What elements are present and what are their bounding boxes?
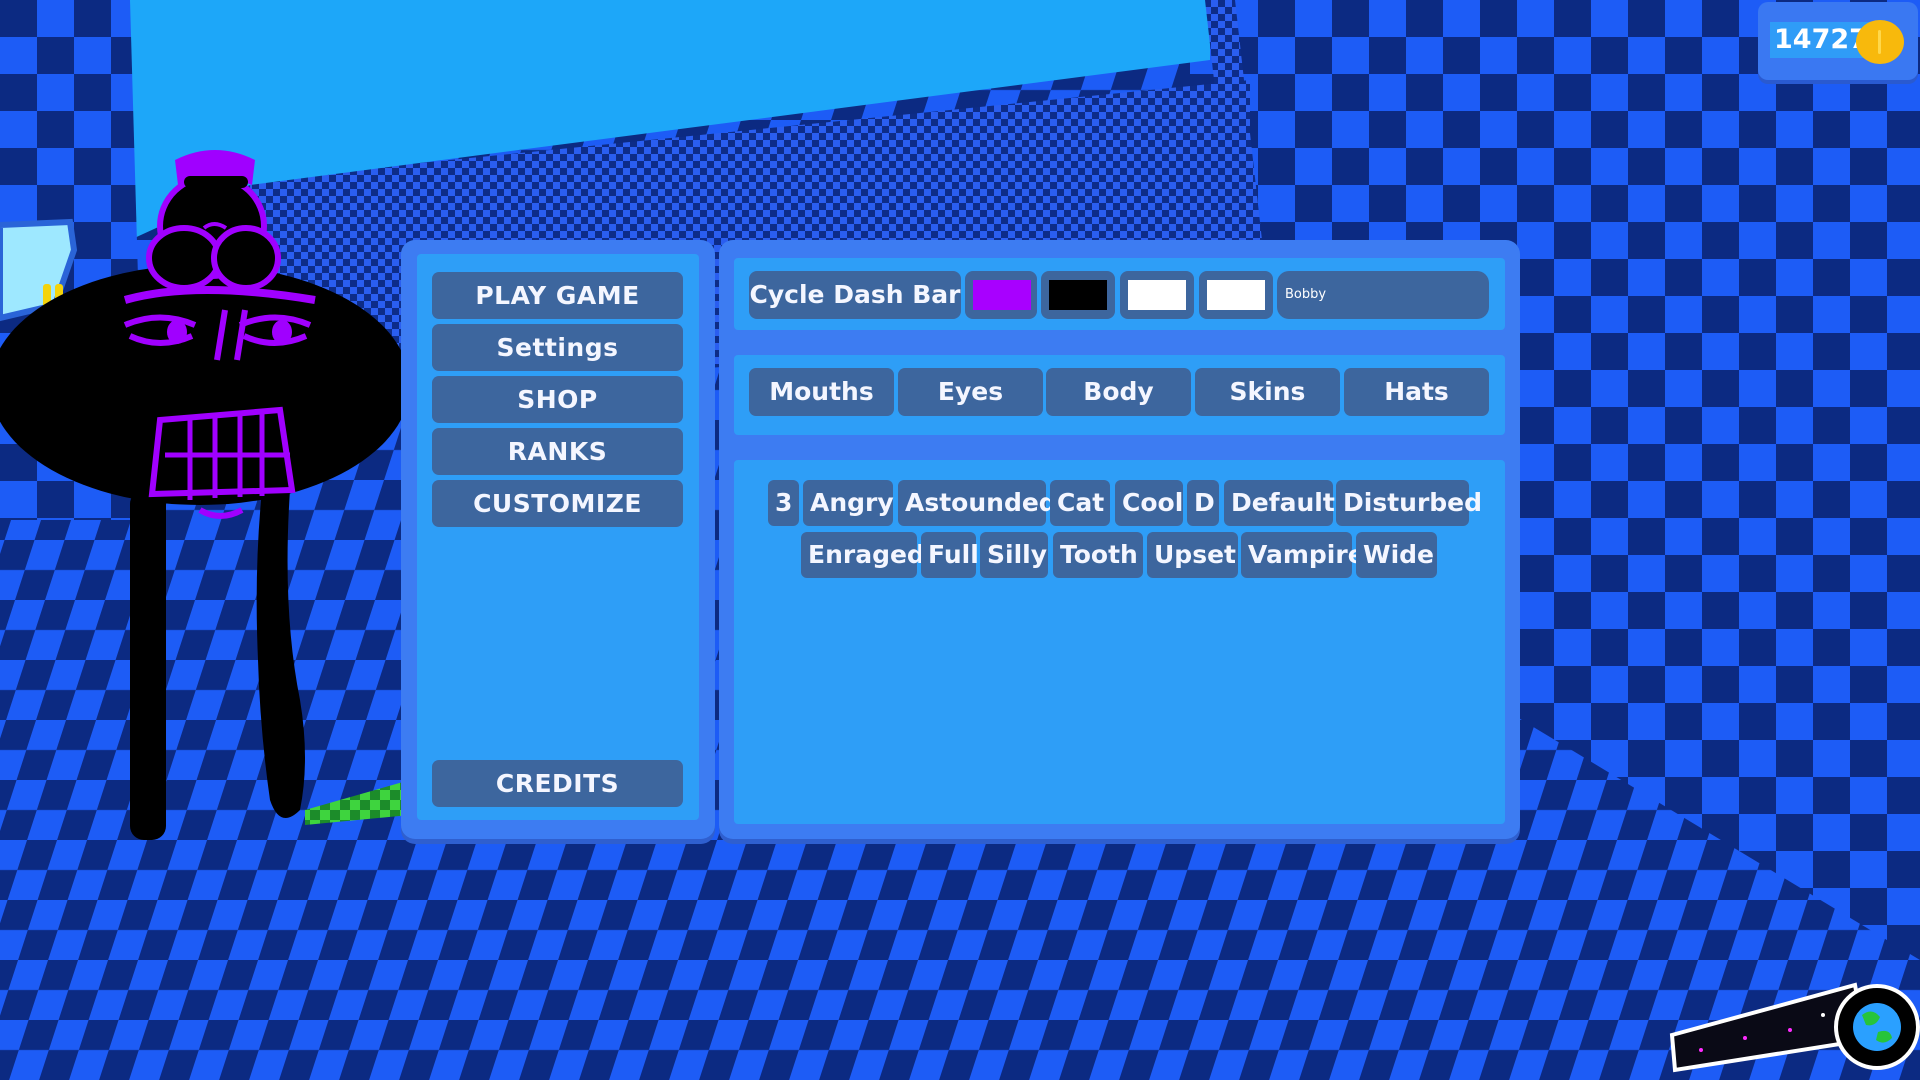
color-picker-3[interactable] — [1120, 271, 1194, 319]
coin-icon — [1856, 20, 1904, 64]
tab-hats[interactable]: Hats — [1344, 368, 1489, 416]
mouth-option[interactable]: Enraged — [801, 532, 925, 578]
credits-button[interactable]: CREDITS — [432, 760, 683, 807]
mouth-option[interactable]: Wide — [1356, 532, 1437, 578]
mouth-option[interactable]: Astounded — [898, 480, 1057, 526]
mouth-option[interactable]: Cat — [1050, 480, 1110, 526]
tab-mouths[interactable]: Mouths — [749, 368, 894, 416]
play-game-button[interactable]: PLAY GAME — [432, 272, 683, 319]
shop-button[interactable]: SHOP — [432, 376, 683, 423]
mouth-option[interactable]: D — [1187, 480, 1219, 526]
mouth-option[interactable]: Cool — [1115, 480, 1183, 526]
color-picker-2[interactable] — [1041, 271, 1115, 319]
color-picker-1[interactable] — [965, 271, 1037, 319]
settings-button[interactable]: Settings — [432, 324, 683, 371]
color-swatch-1 — [973, 280, 1031, 310]
mouth-option[interactable]: Silly — [980, 532, 1048, 578]
mouth-option[interactable]: Vampire — [1241, 532, 1365, 578]
cycle-dash-bar-button[interactable]: Cycle Dash Bar — [749, 271, 961, 319]
color-swatch-2 — [1049, 280, 1107, 310]
mouth-option[interactable]: Disturbed — [1336, 480, 1482, 526]
mouth-option[interactable]: 3 — [768, 480, 799, 526]
customize-button[interactable]: CUSTOMIZE — [432, 480, 683, 527]
tab-body[interactable]: Body — [1046, 368, 1191, 416]
coin-counter: 14727 — [1758, 2, 1918, 80]
color-swatch-4 — [1207, 280, 1265, 310]
player-name-input[interactable]: Bobby — [1277, 271, 1489, 319]
player-character — [0, 150, 410, 840]
color-swatch-3 — [1128, 280, 1186, 310]
mouth-option[interactable]: Angry — [803, 480, 894, 526]
tab-skins[interactable]: Skins — [1195, 368, 1340, 416]
ranks-button[interactable]: RANKS — [432, 428, 683, 475]
tab-eyes[interactable]: Eyes — [898, 368, 1043, 416]
mouth-option[interactable]: Upset — [1147, 532, 1238, 578]
mouth-option[interactable]: Full — [921, 532, 979, 578]
mouth-option[interactable]: Default — [1224, 480, 1335, 526]
color-picker-4[interactable] — [1199, 271, 1273, 319]
mouth-option[interactable]: Tooth — [1053, 532, 1143, 578]
